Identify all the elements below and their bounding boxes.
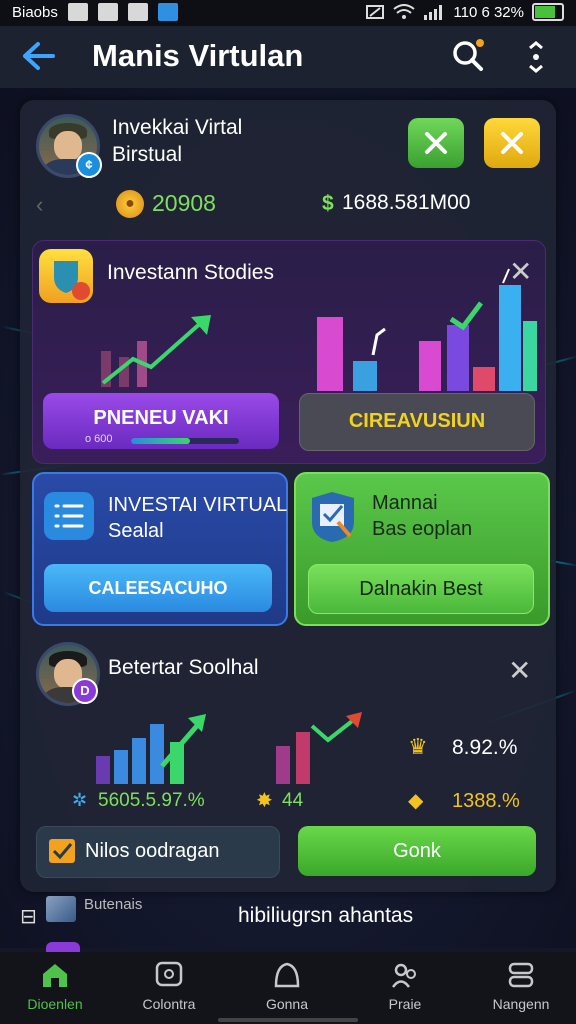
secondary-study-button[interactable]: CIREAVUSIUN xyxy=(299,393,535,451)
home-indicator[interactable] xyxy=(218,1018,358,1022)
bar-chart-right xyxy=(317,268,537,391)
dismiss-button[interactable] xyxy=(484,118,540,168)
chat-icon xyxy=(154,960,184,990)
progress-fill xyxy=(131,438,191,444)
avatar-badge: ¢ xyxy=(76,152,102,178)
app-header: Manis Virtulan xyxy=(0,26,576,88)
app-notification-icon xyxy=(157,3,178,21)
profile-name: Invekkai Virtal xyxy=(112,116,243,139)
checklist-icon xyxy=(308,490,358,544)
social-left-label: Nilos oodragan xyxy=(85,840,220,862)
grid-icon: ⊟ xyxy=(20,906,37,928)
people-icon xyxy=(390,960,420,990)
secondary-study-label: CIREAVUSIUN xyxy=(348,410,486,432)
wifi-icon xyxy=(393,4,415,19)
nav-item-shield[interactable]: Gonna xyxy=(232,960,342,1012)
nav-item-people[interactable]: Praie xyxy=(350,960,460,1012)
coin-icon: ● xyxy=(116,190,144,218)
gear-icon: ✲ xyxy=(72,790,88,810)
stat-rate-1: 8.92.% xyxy=(452,736,518,759)
photo-notification-icon xyxy=(67,3,88,21)
manual-tile: Mannai Bas eoplan Dalnakin Best xyxy=(294,472,550,626)
studies-title: Investann Stodies xyxy=(107,261,274,284)
social-close-icon[interactable]: ✕ xyxy=(508,654,531,687)
check-icon xyxy=(49,839,75,863)
progress-label: o 600 xyxy=(85,433,113,445)
home-icon xyxy=(40,960,70,990)
virtual-title: INVESTAI VIRTUAL xyxy=(108,494,288,516)
status-bar: Biaobs 110 6 32% xyxy=(0,0,576,26)
nav-label-home: Dioenlen xyxy=(27,996,83,1012)
manual-subtitle: Bas eoplan xyxy=(372,518,473,540)
virtual-action-label: CALEESACUHO xyxy=(88,578,228,598)
gold-bar-icon: ◆ xyxy=(408,790,424,812)
list-icon xyxy=(44,492,94,540)
search-icon[interactable] xyxy=(450,38,486,74)
progress-bar xyxy=(131,438,239,444)
confirm-button[interactable] xyxy=(408,118,464,168)
profile-subtitle: Birstual xyxy=(112,143,183,166)
manual-action-label: Dalnakin Best xyxy=(359,578,483,600)
virtual-action-button[interactable]: CALEESACUHO xyxy=(44,564,272,612)
nav-item-chat[interactable]: Colontra xyxy=(114,960,224,1012)
bottom-nav: Dioenlen Colontra Gonna Praie Nangenn xyxy=(0,952,576,1024)
shield-outline-icon xyxy=(272,960,302,990)
menu-icon xyxy=(506,960,536,990)
stat-value-2: 44 xyxy=(282,790,304,811)
nav-item-home[interactable]: Dioenlen xyxy=(0,960,110,1012)
crown-icon: ♛ xyxy=(408,734,428,759)
back-arrow-icon[interactable] xyxy=(20,40,56,72)
virtual-subtitle: Sealal xyxy=(108,520,164,542)
social-go-label: Gonk xyxy=(393,840,441,862)
footer-center-text: hibiliugrsn ahantas xyxy=(238,904,414,927)
nav-label-chat: Colontra xyxy=(142,996,196,1012)
social-chart-left xyxy=(96,714,206,784)
studies-panel: Investann Stodies ✕ PNENEU VAKI o 600 CI… xyxy=(32,240,546,464)
virtual-tile: INVESTAI VIRTUAL Sealal CALEESACUHO xyxy=(32,472,288,626)
money-balance: 1688.581M00 xyxy=(342,191,471,214)
social-avatar-badge: D xyxy=(72,678,98,704)
footer-left-label: Butenais xyxy=(84,896,143,913)
manual-action-button[interactable]: Dalnakin Best xyxy=(308,564,534,614)
chevron-left-icon[interactable]: ‹ xyxy=(36,192,43,218)
nav-label-shield: Gonna xyxy=(265,996,309,1012)
social-chart-middle xyxy=(276,712,362,784)
growth-chart-left xyxy=(101,315,211,387)
calendar-notification-icon xyxy=(127,3,148,21)
social-left-button[interactable]: Nilos oodragan xyxy=(36,826,280,878)
social-title: Betertar Soolhal xyxy=(108,656,259,679)
stat-rate-2: 1388.% xyxy=(452,790,520,812)
shield-icon xyxy=(39,249,93,303)
nav-label-menu: Nangenn xyxy=(492,996,550,1012)
image-thumbnail-icon xyxy=(46,896,76,922)
partial-icon xyxy=(46,942,80,952)
nav-item-menu[interactable]: Nangenn xyxy=(466,960,576,1012)
carrier-label: Biaobs xyxy=(12,3,58,21)
page-title: Manis Virtulan xyxy=(92,38,304,73)
nav-label-people: Praie xyxy=(388,996,422,1012)
star-icon: ✸ xyxy=(256,790,273,812)
primary-study-label: PNENEU VAKI xyxy=(93,407,229,429)
manual-title: Mannai xyxy=(372,492,438,514)
coin-balance: 20908 xyxy=(152,190,216,216)
stat-value-1: 5605.5.97.% xyxy=(98,790,205,811)
main-card: ¢ Invekkai Virtal Birstual ‹ ● 20908 $ 1… xyxy=(20,100,556,892)
status-right-text: 110 6 32% xyxy=(453,3,524,21)
signal-icon xyxy=(424,5,443,20)
wave-notification-icon xyxy=(97,3,118,21)
battery-icon xyxy=(532,3,564,21)
more-options-icon[interactable] xyxy=(526,40,546,74)
nfc-icon xyxy=(366,5,385,19)
dollar-icon: $ xyxy=(322,192,334,215)
social-go-button[interactable]: Gonk xyxy=(298,826,536,876)
